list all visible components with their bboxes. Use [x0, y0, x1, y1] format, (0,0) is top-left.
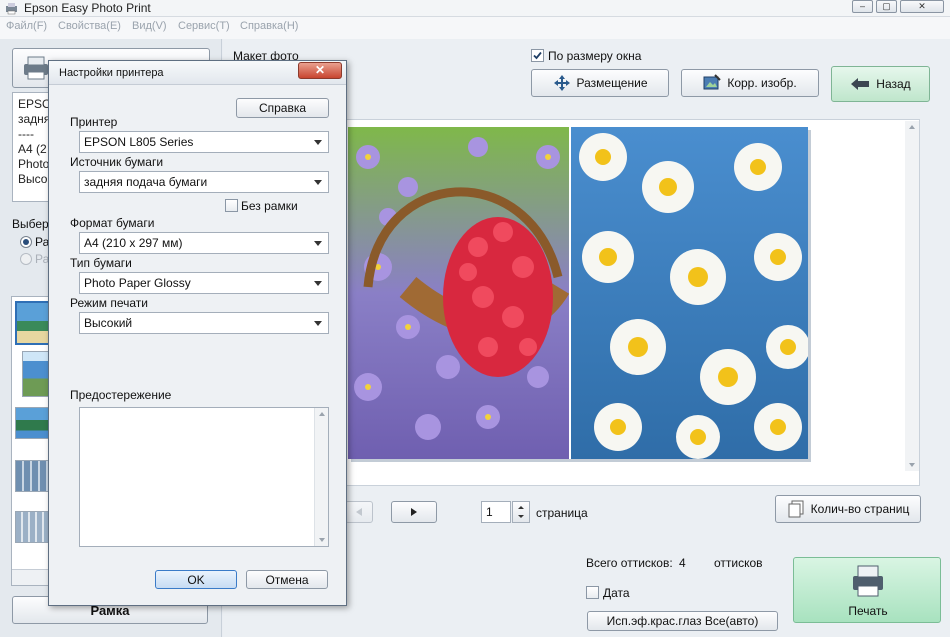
textarea-scrollbar[interactable] — [314, 408, 328, 546]
spinner-arrows-icon — [518, 506, 524, 518]
paper-type-label: Тип бумаги — [70, 256, 132, 270]
printer-label: Принтер — [70, 115, 118, 129]
info-line: Высо — [18, 172, 48, 186]
move-arrows-icon — [553, 75, 570, 91]
menu-file[interactable]: Файл(F) — [6, 20, 47, 32]
placement-button[interactable]: Размещение — [531, 69, 669, 97]
title-bar: Epson Easy Photo Print – ▢ ✕ — [0, 0, 950, 17]
total-prints-value: 4 — [679, 556, 686, 570]
borderless-checkbox[interactable] — [225, 199, 238, 212]
preview-scrollbar[interactable] — [905, 121, 919, 471]
check-icon — [533, 51, 542, 60]
back-button[interactable]: Назад — [831, 66, 930, 102]
print-mode-label: Режим печати — [70, 296, 148, 310]
chevron-down-icon — [314, 281, 322, 286]
photo-collage — [348, 127, 808, 459]
info-line: Photo — [18, 157, 50, 171]
print-button[interactable]: Печать — [793, 557, 941, 623]
menu-view[interactable]: Вид(V) — [132, 20, 167, 32]
paper-size-value: A4 (210 x 297 мм) — [84, 236, 183, 250]
print-mode-value: Высокий — [84, 316, 133, 330]
correct-image-button[interactable]: Корр. изобр. — [681, 69, 819, 97]
dialog-close-button[interactable]: ✕ — [298, 62, 342, 79]
menu-bar: Файл(F) Свойства(E) Вид(V) Сервис(T) Спр… — [0, 17, 950, 39]
red-eye-button-label: Исп.эф.крас.глаз Все(авто) — [606, 614, 759, 628]
menu-service[interactable]: Сервис(T) — [178, 20, 230, 32]
help-button[interactable]: Справка — [236, 98, 329, 118]
maximize-button[interactable]: ▢ — [876, 0, 897, 13]
paper-size-select[interactable]: A4 (210 x 297 мм) — [79, 232, 329, 254]
red-eye-button[interactable]: Исп.эф.крас.глаз Все(авто) — [587, 611, 778, 631]
photo-preview — [348, 127, 808, 459]
chevron-down-icon — [314, 241, 322, 246]
prev-page-button[interactable] — [345, 501, 373, 523]
date-checkbox[interactable] — [586, 586, 599, 599]
info-line: EPSO — [18, 97, 52, 111]
pages-icon — [788, 500, 804, 518]
help-button-label: Справка — [258, 101, 307, 115]
dialog-title-bar: Настройки принтера ✕ — [49, 61, 346, 85]
borderless-label: Без рамки — [241, 199, 298, 213]
menu-properties[interactable]: Свойства(E) — [58, 20, 121, 32]
pages-count-button-label: Колич-во страниц — [810, 502, 910, 516]
radio-2[interactable] — [20, 253, 32, 265]
ok-button-label: OK — [187, 572, 205, 587]
fit-window-label: По размеру окна — [548, 49, 642, 63]
triangle-left-icon — [356, 508, 362, 516]
print-mode-select[interactable]: Высокий — [79, 312, 329, 334]
fit-window-checkbox[interactable] — [531, 49, 544, 62]
page-spinner[interactable] — [512, 501, 530, 523]
info-line: ---- — [18, 127, 34, 141]
arrow-left-icon — [851, 78, 870, 90]
close-icon: ✕ — [314, 63, 326, 77]
ok-button[interactable]: OK — [155, 570, 237, 589]
radio-1[interactable] — [20, 236, 32, 248]
window-close-button[interactable]: ✕ — [900, 0, 944, 13]
cancel-button-label: Отмена — [265, 572, 309, 587]
paper-size-label: Формат бумаги — [70, 216, 155, 230]
correct-image-button-label: Корр. изобр. — [727, 76, 797, 90]
select-label: Выбер — [12, 217, 49, 231]
chevron-down-icon — [314, 180, 322, 185]
printer-settings-dialog: Настройки принтера ✕ Справка Принтер EPS… — [48, 60, 347, 606]
print-button-label: Печать — [848, 604, 888, 618]
page-label: страница — [536, 506, 588, 520]
window-title: Epson Easy Photo Print — [24, 1, 151, 15]
paper-source-value: задняя подача бумаги — [84, 175, 208, 189]
dialog-title: Настройки принтера — [59, 67, 164, 79]
back-button-label: Назад — [876, 77, 911, 91]
app-icon — [6, 3, 17, 15]
minimize-button[interactable]: – — [852, 0, 873, 13]
image-correction-icon — [703, 74, 722, 90]
cancel-button[interactable]: Отмена — [246, 570, 328, 589]
placement-button-label: Размещение — [576, 76, 648, 90]
total-prints-label: Всего оттисков: — [586, 556, 673, 570]
paper-type-value: Photo Paper Glossy — [84, 276, 191, 290]
printer-select[interactable]: EPSON L805 Series — [79, 131, 329, 153]
printer-icon — [853, 565, 883, 597]
chevron-down-icon — [314, 321, 322, 326]
printer-select-value: EPSON L805 Series — [84, 135, 194, 149]
info-line: задня — [18, 112, 51, 126]
paper-source-label: Источник бумаги — [70, 155, 164, 169]
triangle-right-icon — [411, 508, 417, 516]
warning-textarea[interactable] — [79, 407, 329, 547]
pages-count-button[interactable]: Колич-во страниц — [775, 495, 921, 523]
warning-label: Предостережение — [70, 388, 172, 402]
printer-icon — [24, 56, 48, 80]
paper-source-select[interactable]: задняя подача бумаги — [79, 171, 329, 193]
date-label: Дата — [603, 586, 630, 600]
info-line: A4 (2 — [18, 142, 47, 156]
chevron-down-icon — [314, 140, 322, 145]
menu-help[interactable]: Справка(H) — [240, 20, 298, 32]
paper-type-select[interactable]: Photo Paper Glossy — [79, 272, 329, 294]
next-page-button[interactable] — [391, 501, 437, 523]
total-prints-unit: оттисков — [714, 556, 763, 570]
page-number-input[interactable]: 1 — [481, 501, 511, 523]
